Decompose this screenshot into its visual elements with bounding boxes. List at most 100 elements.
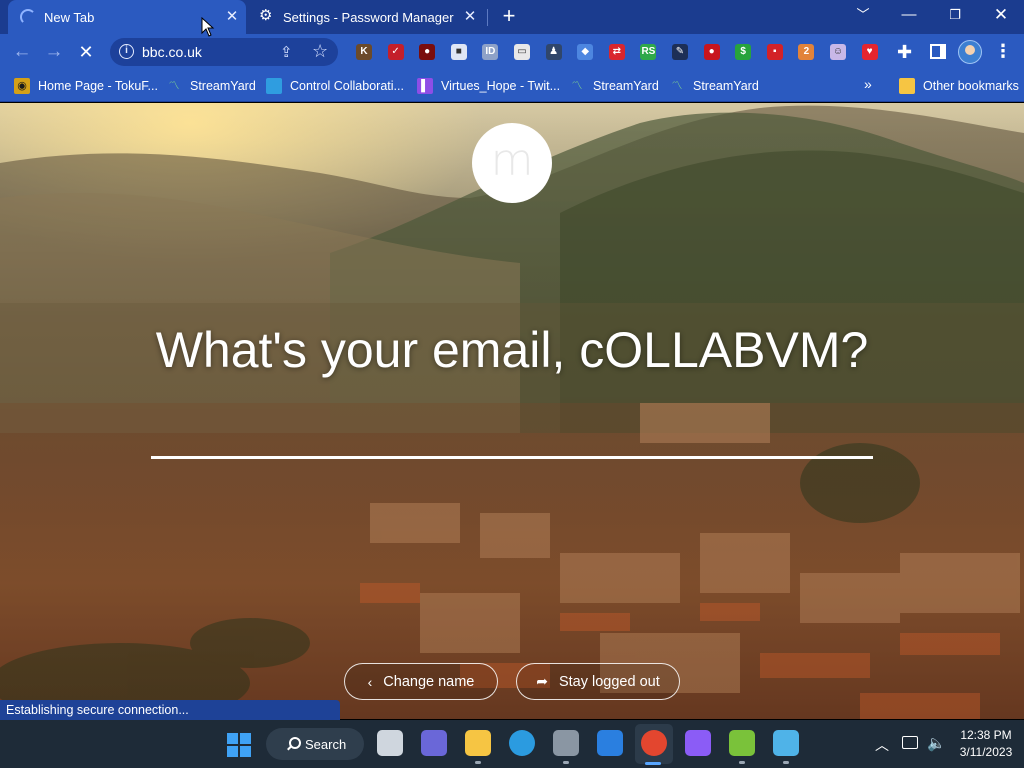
pen-extension-icon[interactable]: ✎ xyxy=(672,44,688,60)
running-indicator xyxy=(475,761,481,764)
microsoft-store-icon[interactable] xyxy=(597,730,623,756)
network-icon[interactable] xyxy=(902,736,918,749)
task-view-icon[interactable] xyxy=(377,730,403,756)
bookmark-label: Control Collaborati... xyxy=(290,79,404,93)
id-extension-icon[interactable]: ID xyxy=(482,44,499,60)
site-info-icon[interactable]: i xyxy=(119,44,134,59)
streamyard-icon: 〽 xyxy=(671,80,683,92)
page-content: m What's your email, cOLLABVM? ‹ Change … xyxy=(0,103,1024,719)
restore-button[interactable]: ❐ xyxy=(932,0,978,32)
mouse-cursor-icon xyxy=(201,17,215,37)
youtube-heart-extension-icon[interactable]: ♥ xyxy=(861,44,878,60)
chrome-icon[interactable] xyxy=(641,730,667,756)
running-indicator xyxy=(783,761,789,764)
red-blob-extension-icon[interactable]: ● xyxy=(703,44,720,60)
badge-extension-icon[interactable]: 2 xyxy=(798,44,815,60)
bookmark-item[interactable]: ◉ Home Page - TokuF... xyxy=(14,76,158,96)
white-square-extension-icon[interactable]: ■ xyxy=(450,44,467,60)
bookmark-item[interactable]: 〽 StreamYard xyxy=(669,76,759,96)
change-name-button[interactable]: ‹ Change name xyxy=(344,663,498,700)
tray-chevron-up-icon[interactable]: ︿ xyxy=(875,735,889,755)
tab-title: Settings - Password Manager xyxy=(283,9,454,25)
label-extension-icon[interactable]: ▭ xyxy=(514,44,530,60)
streamyard-icon: 〽 xyxy=(571,80,583,92)
stamp-extension-icon[interactable]: ♟ xyxy=(545,44,562,60)
close-tab-icon[interactable]: ✕ xyxy=(462,9,478,25)
stay-logged-out-button[interactable]: ➦ Stay logged out xyxy=(516,663,680,700)
frog-app-icon[interactable] xyxy=(729,730,755,756)
dollar-extension-icon[interactable]: $ xyxy=(735,44,752,60)
volume-icon[interactable]: 🔈 xyxy=(927,734,946,752)
bookmarks-bar: ◉ Home Page - TokuF... 〽 StreamYard Cont… xyxy=(0,70,1024,102)
momentum-logo: m xyxy=(472,123,552,203)
stop-loading-icon[interactable]: ✕ xyxy=(74,40,98,64)
gear-icon: ⚙ xyxy=(259,7,273,24)
tab-divider xyxy=(487,9,488,26)
more-menu-icon[interactable]: ⋮ xyxy=(994,41,1012,62)
share-icon[interactable]: ⇪ xyxy=(280,43,293,61)
tokufan-icon: ◉ xyxy=(14,78,30,94)
side-panel-icon[interactable] xyxy=(930,44,946,59)
logo-letter: m xyxy=(490,135,534,186)
bookmark-label: StreamYard xyxy=(190,79,256,93)
teams-chat-icon[interactable] xyxy=(421,730,447,756)
search-icon xyxy=(289,737,301,749)
bookmark-item[interactable]: 〽 StreamYard xyxy=(166,76,256,96)
forward-share-icon: ➦ xyxy=(536,673,548,689)
file-explorer-icon[interactable] xyxy=(465,730,491,756)
back-arrow-icon[interactable]: ← xyxy=(10,40,34,64)
twitch-icon: ▌ xyxy=(417,78,433,94)
character-extension-icon[interactable]: ☺ xyxy=(830,44,846,60)
visual-studio-icon[interactable] xyxy=(685,730,711,756)
minimize-button[interactable]: — xyxy=(886,0,932,32)
stay-logged-out-label: Stay logged out xyxy=(558,673,660,690)
clock-date[interactable]: 3/11/2023 xyxy=(950,745,1022,759)
rs-extension-icon[interactable]: RS xyxy=(640,44,657,60)
taskbar: Search ︿ 🔈 12:38 PM 3/11/2023 xyxy=(0,720,1024,768)
monitor-icon xyxy=(266,78,282,94)
close-tab-icon[interactable]: ✕ xyxy=(224,9,240,25)
profile-avatar[interactable] xyxy=(958,40,982,64)
address-bar[interactable]: i bbc.co.uk ⇪ ☆ xyxy=(110,38,338,66)
page-title: What's your email, cOLLABVM? xyxy=(155,322,869,378)
settings-gear-icon[interactable] xyxy=(553,730,579,756)
forward-arrow-icon[interactable]: → xyxy=(42,40,66,64)
red-chat-extension-icon[interactable]: ▪ xyxy=(766,44,783,60)
folder-icon xyxy=(899,78,915,94)
chevron-left-icon: ‹ xyxy=(367,673,373,690)
bookmark-label: Virtues_Hope - Twit... xyxy=(441,79,561,93)
new-tab-button[interactable]: + xyxy=(498,5,520,27)
status-bubble: Establishing secure connection... xyxy=(0,700,340,720)
other-bookmarks-folder[interactable]: Other bookmarks xyxy=(899,76,1019,96)
extensions-puzzle-icon[interactable]: ✚ xyxy=(897,42,912,63)
clock-time[interactable]: 12:38 PM xyxy=(950,728,1022,742)
email-field[interactable] xyxy=(151,403,873,459)
running-indicator xyxy=(739,761,745,764)
bookmark-item[interactable]: ▌ Virtues_Hope - Twit... xyxy=(417,76,560,96)
bookmarks-overflow-chevron-icon[interactable]: » xyxy=(864,76,872,92)
bookmark-label: StreamYard xyxy=(693,79,759,93)
search-label: Search xyxy=(305,736,347,752)
tab-strip: New Tab ✕ ⚙ Settings - Password Manager … xyxy=(0,0,1024,34)
red-slash-extension-icon[interactable]: ✓ xyxy=(387,44,404,60)
loading-spinner-icon xyxy=(20,9,36,25)
blue-cube-extension-icon[interactable]: ◆ xyxy=(577,44,594,60)
taskbar-search-button[interactable]: Search xyxy=(266,728,364,760)
bookmark-star-icon[interactable]: ☆ xyxy=(312,41,328,62)
control-panel-icon[interactable] xyxy=(773,730,799,756)
bookmark-label: StreamYard xyxy=(593,79,659,93)
k-extension-icon[interactable]: K xyxy=(356,44,372,60)
record-extension-icon[interactable]: ● xyxy=(419,44,436,60)
url-text[interactable]: bbc.co.uk xyxy=(142,44,202,60)
bookmark-item[interactable]: 〽 StreamYard xyxy=(569,76,659,96)
tab-settings-password-manager[interactable]: ⚙ Settings - Password Manager ✕ xyxy=(248,0,486,34)
arrows-extension-icon[interactable]: ⇄ xyxy=(608,44,625,60)
close-window-button[interactable]: ✕ xyxy=(978,0,1024,32)
tab-search-chevron-icon[interactable]: ﹀ xyxy=(840,0,886,32)
start-windows-icon[interactable] xyxy=(227,733,251,757)
bookmark-item[interactable]: Control Collaborati... xyxy=(266,76,404,96)
edge-icon[interactable] xyxy=(509,730,535,756)
bookmark-label: Other bookmarks xyxy=(923,79,1019,93)
tab-title: New Tab xyxy=(44,9,95,25)
active-app-indicator xyxy=(645,762,661,765)
